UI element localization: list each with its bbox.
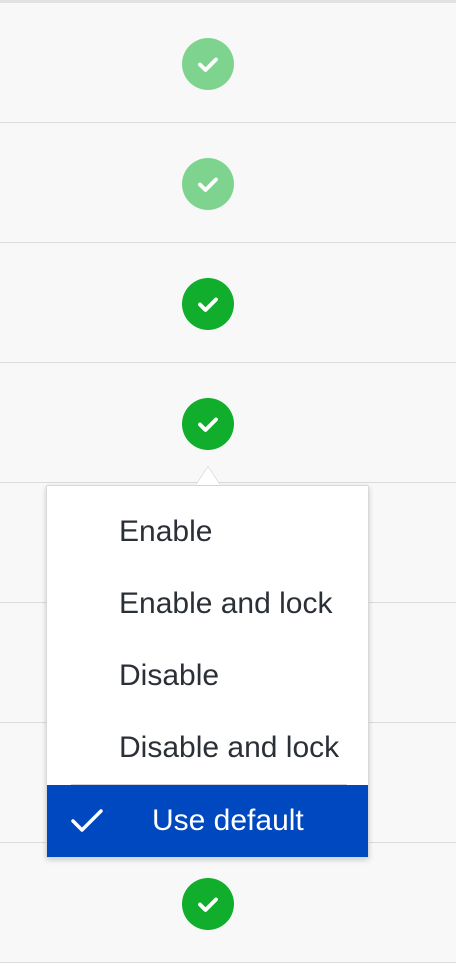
check-icon <box>71 809 103 832</box>
menu-item-disable[interactable]: Disable <box>47 640 368 712</box>
menu-item-disable-and-lock[interactable]: Disable and lock <box>47 712 368 784</box>
menu-item-label: Enable and lock <box>119 587 333 620</box>
check-circle-icon[interactable] <box>182 878 234 930</box>
menu-item-enable-and-lock[interactable]: Enable and lock <box>47 568 368 640</box>
menu-item-use-default[interactable]: Use default <box>47 785 368 857</box>
check-circle-icon[interactable] <box>182 398 234 450</box>
settings-row <box>0 363 456 483</box>
menu-item-label: Disable <box>119 659 220 692</box>
check-circle-icon[interactable] <box>182 278 234 330</box>
settings-row <box>0 123 456 243</box>
menu-item-label: Use default <box>152 804 304 837</box>
menu-item-enable[interactable]: Enable <box>47 496 368 568</box>
menu-item-label: Enable <box>119 515 213 548</box>
menu-caret <box>196 467 220 485</box>
check-circle-icon[interactable] <box>182 158 234 210</box>
menu-item-label: Disable and lock <box>119 731 340 764</box>
settings-row <box>0 243 456 363</box>
check-circle-icon[interactable] <box>182 38 234 90</box>
settings-row <box>0 843 456 963</box>
settings-row <box>0 3 456 123</box>
status-dropdown-menu: Enable Enable and lock Disable Disable a… <box>46 485 369 858</box>
